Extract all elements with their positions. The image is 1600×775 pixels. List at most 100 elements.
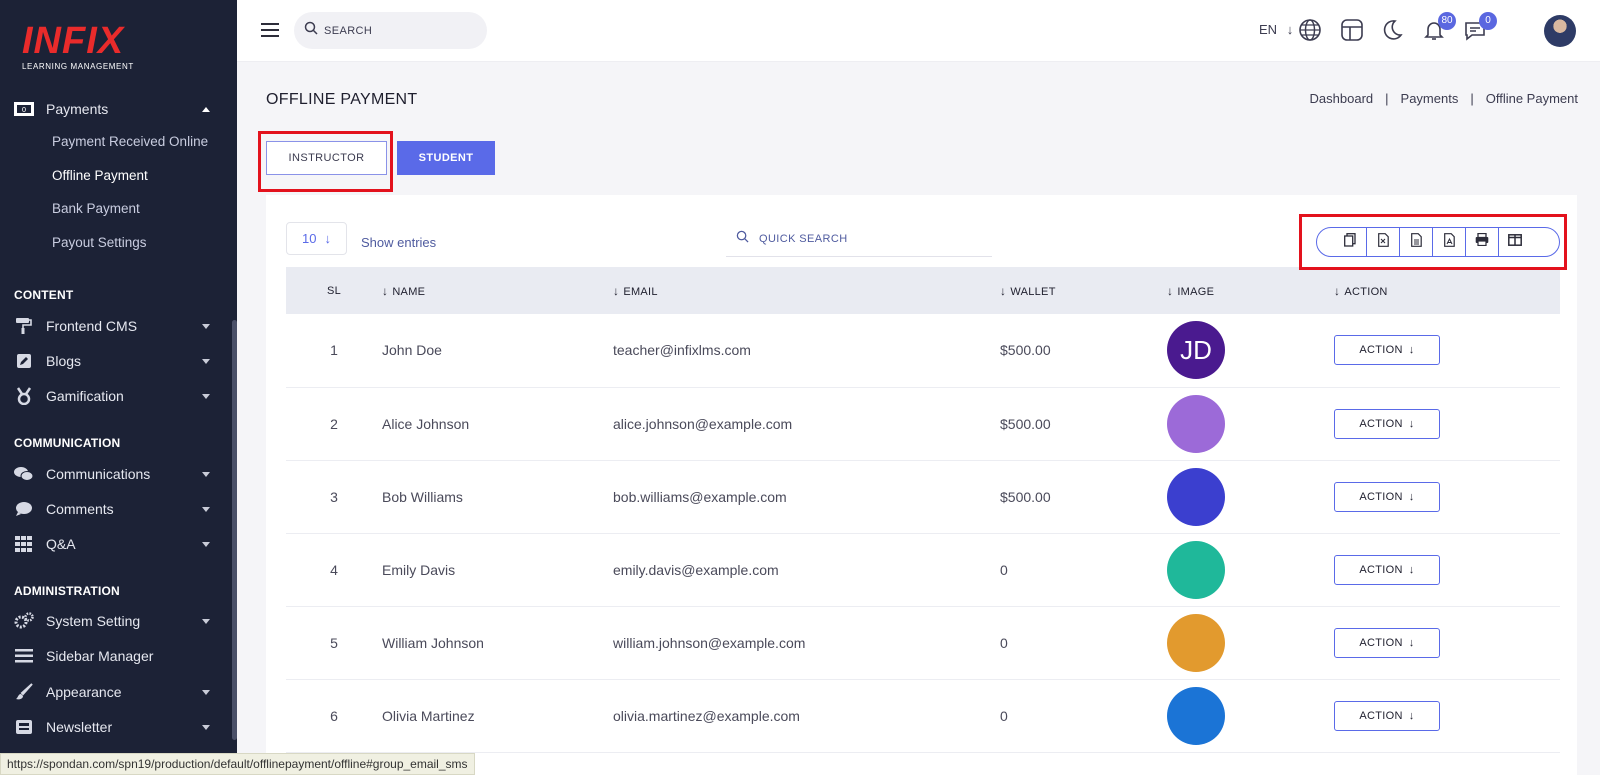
breadcrumb: Dashboard | Payments | Offline Payment (1310, 91, 1578, 106)
column-header-image[interactable]: ↓ IMAGE (1167, 267, 1334, 314)
sidebar-item-sidebar-manager[interactable]: Sidebar Manager (14, 643, 220, 669)
sidebar-item-system-setting[interactable]: System Setting (14, 608, 220, 634)
header-search[interactable] (294, 12, 487, 49)
tab-student[interactable]: STUDENT (397, 141, 495, 175)
sort-arrow-icon: ↓ (1167, 283, 1174, 298)
search-input[interactable] (324, 24, 474, 37)
sidebar-subitem-payment-received-online[interactable]: Payment Received Online (52, 134, 208, 149)
table-row: 5 William Johnson william.johnson@exampl… (286, 606, 1560, 680)
action-label: ACTION (1359, 636, 1403, 649)
column-header-name[interactable]: ↓ NAME (382, 267, 613, 314)
action-dropdown-button[interactable]: ACTION ↓ (1334, 627, 1440, 658)
search-icon (304, 21, 318, 40)
page-title: OFFLINE PAYMENT (266, 91, 418, 108)
newsletter-icon (14, 718, 34, 736)
cell-email: bob.williams@example.com (613, 460, 1000, 534)
notification-bell-icon[interactable]: 80 (1422, 12, 1456, 44)
language-selector[interactable]: EN ↓ (1259, 22, 1293, 37)
sidebar-subitem-bank-payment[interactable]: Bank Payment (52, 201, 140, 216)
breadcrumb-offline-payment[interactable]: Offline Payment (1486, 91, 1578, 106)
sidebar-item-label: Payments (46, 101, 109, 117)
table-row: 2 Alice Johnson alice.johnson@example.co… (286, 387, 1560, 461)
sidebar-item-newsletter[interactable]: Newsletter (14, 714, 220, 740)
arrow-down-icon: ↓ (1408, 636, 1415, 649)
column-header-action[interactable]: ↓ ACTION (1334, 267, 1560, 314)
action-dropdown-button[interactable]: ACTION ↓ (1334, 554, 1440, 585)
grid-icon (14, 535, 34, 553)
action-dropdown-button[interactable]: ACTION ↓ (1334, 481, 1440, 512)
table-row: 3 Bob Williams bob.williams@example.com … (286, 460, 1560, 534)
column-header-sl[interactable]: SL (286, 267, 382, 314)
cell-wallet: $500.00 (1000, 387, 1167, 461)
action-label: ACTION (1359, 490, 1403, 503)
brand-logo[interactable]: INFIX LEARNING MANAGEMENT (22, 22, 134, 71)
sidebar-item-frontend-cms[interactable]: Frontend CMS (14, 313, 220, 339)
sidebar-item-payments[interactable]: 0 Payments (14, 96, 220, 122)
avatar-initials: JD (1180, 334, 1212, 365)
section-communication-title: COMMUNICATION (14, 436, 121, 450)
action-dropdown-button[interactable]: ACTION ↓ (1334, 335, 1440, 366)
status-bar-url: https://spondan.com/spn19/production/def… (0, 753, 475, 775)
cell-sl: 5 (286, 606, 382, 680)
sidebar-item-label: Gamification (46, 388, 124, 404)
column-header-wallet[interactable]: ↓ WALLET (1000, 267, 1167, 314)
layout-icon[interactable] (1340, 18, 1366, 44)
sidebar-item-label: Communications (46, 466, 151, 482)
quick-search[interactable] (726, 221, 992, 257)
cell-action: ACTION ↓ (1334, 387, 1560, 461)
column-header-email[interactable]: ↓ EMAIL (613, 267, 1000, 314)
breadcrumb-payments[interactable]: Payments (1401, 91, 1459, 106)
cell-email: william.johnson@example.com (613, 606, 1000, 680)
chevron-down-icon (202, 542, 210, 547)
brush-icon (14, 683, 34, 701)
arrow-down-icon: ↓ (1408, 563, 1415, 576)
globe-icon[interactable] (1298, 18, 1324, 44)
sidebar-item-appearance[interactable]: Appearance (14, 679, 220, 705)
svg-text:0: 0 (22, 106, 26, 114)
menu-toggle-icon[interactable] (261, 23, 279, 37)
sidebar-scrollbar[interactable] (232, 320, 237, 740)
quick-search-input[interactable] (759, 232, 979, 245)
moon-icon[interactable] (1380, 18, 1406, 44)
cell-image (1167, 387, 1334, 461)
sidebar-item-communications[interactable]: Communications (14, 461, 220, 487)
user-photo (1167, 540, 1225, 599)
column-header-label: ACTION (1344, 285, 1388, 298)
cell-email: olivia.martinez@example.com (613, 679, 1000, 753)
cell-wallet: $500.00 (1000, 314, 1167, 388)
sidebar-item-label: Blogs (46, 353, 82, 369)
chevron-down-icon (202, 619, 210, 624)
action-dropdown-button[interactable]: ACTION ↓ (1334, 700, 1440, 731)
arrow-down-icon: ↓ (1286, 22, 1294, 37)
cell-sl: 1 (286, 314, 382, 388)
action-label: ACTION (1359, 563, 1403, 576)
user-photo (1167, 613, 1225, 672)
table-row: 4 Emily Davis emily.davis@example.com 0 … (286, 533, 1560, 607)
user-photo (1167, 394, 1225, 453)
action-dropdown-button[interactable]: ACTION ↓ (1334, 408, 1440, 439)
table-row: 6 Olivia Martinez olivia.martinez@exampl… (286, 679, 1560, 753)
chevron-down-icon (202, 690, 210, 695)
arrow-down-icon: ↓ (1408, 417, 1415, 430)
breadcrumb-dashboard[interactable]: Dashboard (1310, 91, 1374, 106)
column-header-label: IMAGE (1177, 285, 1215, 298)
chevron-down-icon (202, 394, 210, 399)
cell-email: teacher@infixlms.com (613, 314, 1000, 388)
cell-wallet: $500.00 (1000, 460, 1167, 534)
sidebar-subitem-offline-payment[interactable]: Offline Payment (52, 168, 148, 183)
cell-wallet: 0 (1000, 606, 1167, 680)
sidebar-item-qa[interactable]: Q&A (14, 531, 220, 557)
user-avatar[interactable] (1544, 15, 1576, 47)
sidebar-item-gamification[interactable]: Gamification (14, 383, 220, 409)
entries-select[interactable]: 10 ↓ (286, 222, 347, 255)
cell-sl: 3 (286, 460, 382, 534)
arrow-down-icon: ↓ (1408, 709, 1415, 722)
sidebar-item-label: Sidebar Manager (46, 648, 154, 664)
sidebar-subitem-payout-settings[interactable]: Payout Settings (52, 235, 147, 250)
tab-instructor[interactable]: INSTRUCTOR (266, 141, 387, 175)
message-icon[interactable]: 0 (1463, 12, 1497, 44)
gears-icon (14, 612, 34, 630)
sidebar-item-comments[interactable]: Comments (14, 496, 220, 522)
sidebar-item-blogs[interactable]: Blogs (14, 348, 220, 374)
paint-roller-icon (14, 317, 34, 335)
